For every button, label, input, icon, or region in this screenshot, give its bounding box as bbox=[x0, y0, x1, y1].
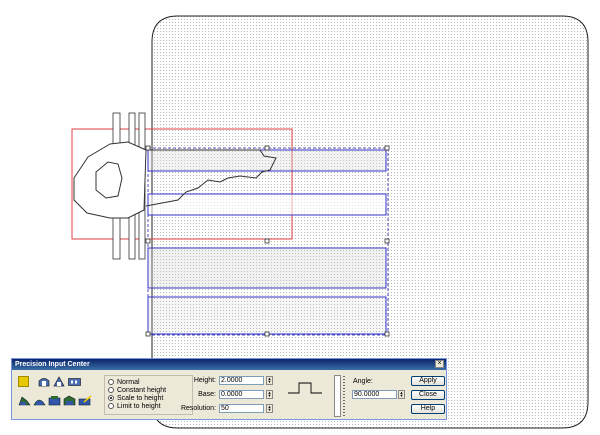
peak-shape-icon[interactable] bbox=[53, 376, 65, 387]
flat-shape-icon[interactable] bbox=[68, 378, 81, 386]
mode-limit-to-height-radio[interactable] bbox=[108, 403, 114, 409]
apply-button[interactable]: Apply bbox=[411, 376, 445, 386]
color-swatch-icon[interactable] bbox=[18, 376, 29, 387]
mode-scale-to-height-radio[interactable] bbox=[108, 395, 114, 401]
profile-tool-4-icon[interactable] bbox=[63, 395, 76, 406]
strip-3[interactable] bbox=[147, 247, 387, 289]
resolution-label: Resolution: bbox=[180, 405, 216, 412]
mode-limit-to-height-label: Limit to height bbox=[117, 402, 161, 410]
height-label: Height: bbox=[193, 377, 216, 384]
height-slider-ticks bbox=[343, 376, 345, 416]
profile-tool-2-icon[interactable] bbox=[33, 395, 46, 406]
profile-tool-1-icon[interactable] bbox=[18, 395, 31, 406]
height-spinner[interactable]: ▲ ▼ bbox=[266, 376, 273, 385]
panel-titlebar[interactable]: Precision Input Center × bbox=[12, 359, 446, 370]
base-spinner[interactable]: ▲ ▼ bbox=[266, 390, 273, 399]
angle-label: Angle: bbox=[353, 378, 373, 385]
close-button[interactable]: Close bbox=[411, 390, 445, 400]
arch-shape-icon[interactable] bbox=[38, 376, 50, 387]
angle-spinner[interactable]: ▲ ▼ bbox=[398, 390, 405, 399]
profile-tool-3-icon[interactable] bbox=[48, 395, 61, 406]
panel-title: Precision Input Center bbox=[15, 361, 90, 368]
strip-2[interactable] bbox=[147, 193, 387, 216]
resolution-spinner[interactable]: ▲ ▼ bbox=[266, 404, 273, 413]
precision-input-center-panel: Precision Input Center × Normal Constant… bbox=[11, 358, 447, 420]
mode-normal[interactable]: Normal bbox=[108, 378, 140, 386]
base-label: Base: bbox=[198, 391, 216, 398]
strip-4[interactable] bbox=[147, 296, 387, 335]
angle-field[interactable]: 90.0000 bbox=[352, 390, 397, 399]
mode-normal-label: Normal bbox=[117, 378, 140, 386]
mode-normal-radio[interactable] bbox=[108, 379, 114, 385]
mode-limit-to-height[interactable]: Limit to height bbox=[108, 402, 161, 410]
profile-preview-icon bbox=[288, 382, 322, 394]
mode-scale-to-height[interactable]: Scale to height bbox=[108, 394, 163, 402]
help-button[interactable]: Help bbox=[411, 404, 445, 414]
strip-1[interactable] bbox=[147, 149, 387, 172]
mode-constant-height-radio[interactable] bbox=[108, 387, 114, 393]
height-slider[interactable] bbox=[334, 375, 341, 417]
height-field[interactable]: 2.0000 bbox=[219, 376, 264, 385]
mode-scale-to-height-label: Scale to height bbox=[117, 394, 164, 402]
profile-tool-5-icon[interactable] bbox=[78, 395, 92, 406]
mode-constant-height-label: Constant height bbox=[117, 386, 167, 394]
base-field[interactable]: 0.0000 bbox=[219, 390, 264, 399]
resolution-field[interactable]: 50 bbox=[219, 404, 264, 413]
mode-constant-height[interactable]: Constant height bbox=[108, 386, 166, 394]
close-icon[interactable]: × bbox=[435, 360, 444, 368]
